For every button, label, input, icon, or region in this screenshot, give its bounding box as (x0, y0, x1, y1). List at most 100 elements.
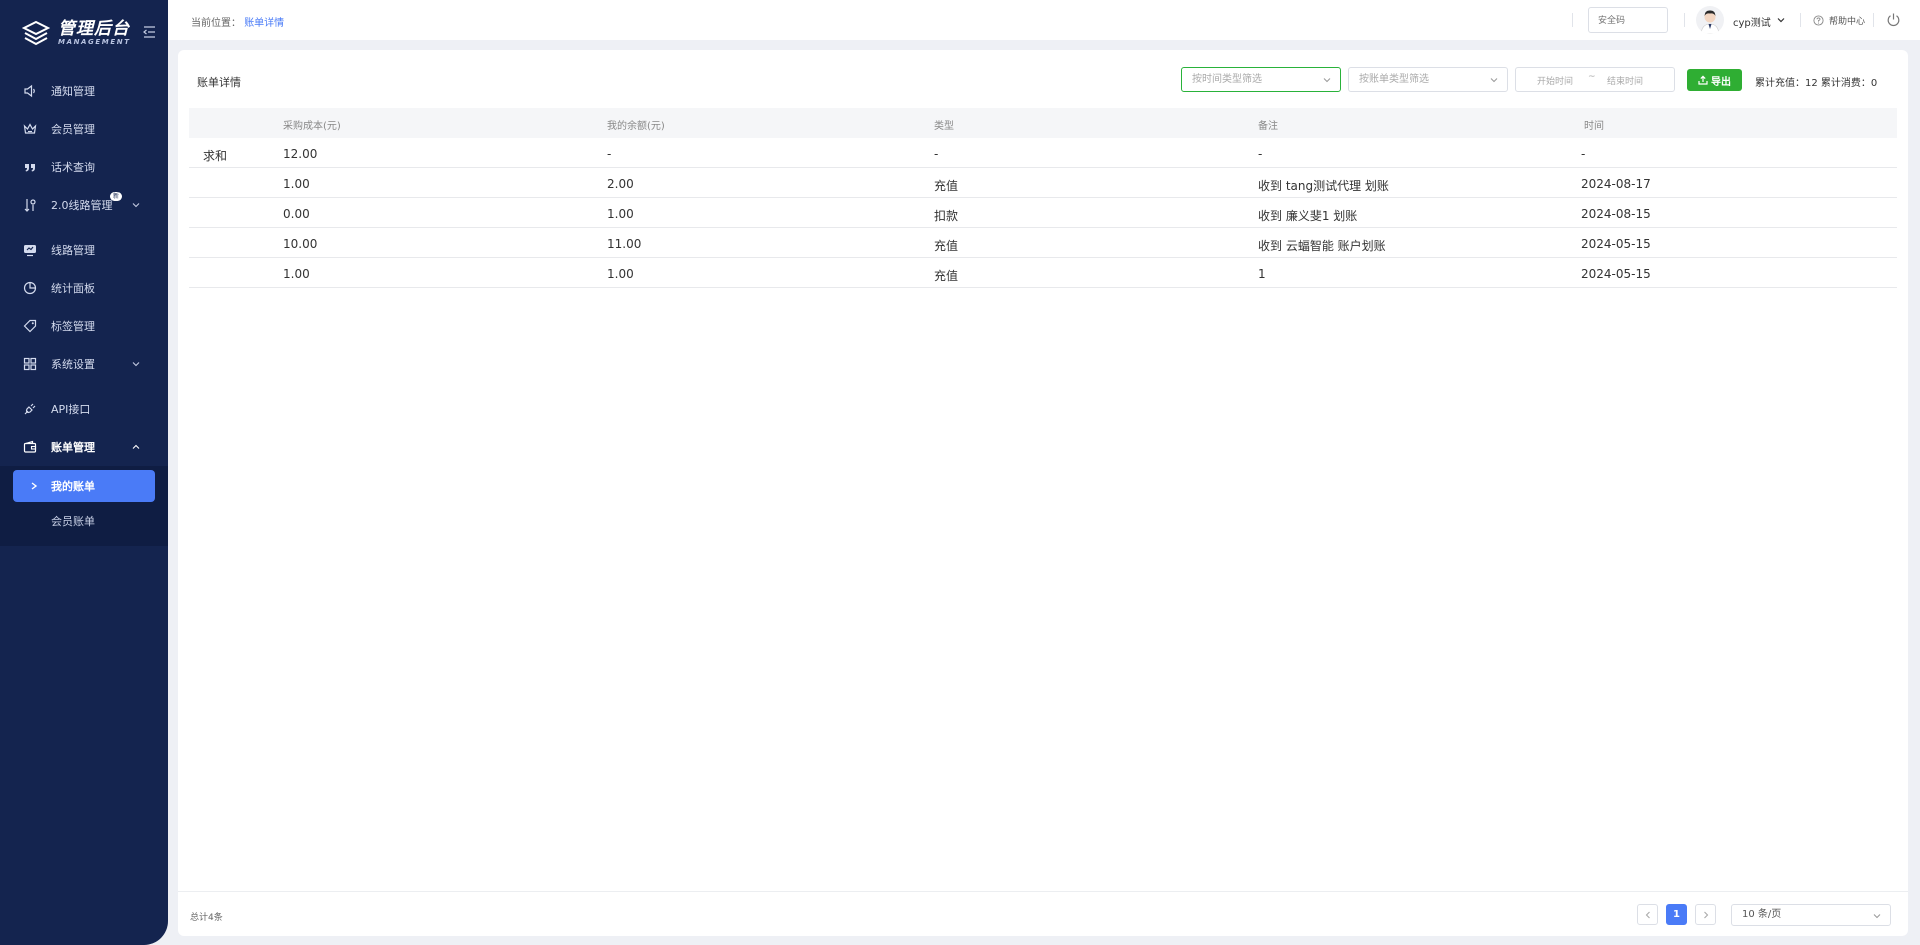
table-cell: 收到 云蝠智能 账户划账 (1258, 239, 1386, 253)
chevron-right-icon (31, 482, 38, 490)
pie-icon (22, 280, 38, 296)
start-time-input[interactable]: 开始时间 (1537, 74, 1573, 87)
sidebar-item-label: 账单管理 (51, 441, 95, 454)
sidebar-item-label: 2.0线路管理 (51, 199, 113, 212)
sidebar-item-script-query[interactable]: 话术查询 (0, 148, 168, 186)
export-label: 导出 (1711, 76, 1731, 88)
range-separator: ~ (1588, 72, 1596, 82)
table-cell: - (607, 147, 612, 161)
sidebar-item-tags[interactable]: 标签管理 (0, 307, 168, 345)
bill-detail-card: 账单详情 按时间类型筛选 按账单类型筛选 开始时间 ~ 结束时间 导出 累计充值… (178, 50, 1908, 936)
help-label: 帮助中心 (1829, 17, 1866, 27)
divider (1572, 13, 1573, 27)
bill-type-filter-select[interactable]: 按账单类型筛选 (1348, 67, 1508, 92)
bill-table: 采购成本(元) 我的余额(元) 类型 备注 时间 求和 12.00 - - - … (189, 108, 1897, 288)
next-page-button[interactable] (1695, 904, 1716, 925)
export-button[interactable]: 导出 (1687, 69, 1742, 91)
sidebar-subitem-member-bill[interactable]: 会员账单 (0, 502, 168, 540)
table-cell: 12.00 (283, 147, 318, 161)
table-cell: - (1581, 147, 1586, 161)
end-time-input[interactable]: 结束时间 (1607, 74, 1643, 87)
sidebar-item-label: 话术查询 (51, 161, 95, 174)
column-header-balance: 我的余额(元) (607, 121, 665, 132)
table-row: 1.00 1.00 充值 1 2024-05-15 (189, 258, 1897, 288)
table-cell: 10.00 (283, 237, 318, 251)
table-cell: 11.00 (607, 237, 642, 251)
page-size-value: 10 条/页 (1742, 909, 1782, 920)
chevron-right-icon (1703, 911, 1708, 918)
chevron-up-icon (132, 444, 140, 449)
table-cell: 1.00 (283, 267, 310, 281)
chevron-down-icon (132, 203, 140, 208)
breadcrumb-prefix: 当前位置： (191, 18, 241, 29)
table-cell: 充值 (934, 239, 959, 253)
avatar[interactable] (1696, 6, 1724, 34)
time-type-filter-select[interactable]: 按时间类型筛选 (1181, 67, 1341, 92)
logo-title: 管理后台 (58, 18, 130, 39)
table-cell: 收到 廉义斐1 划账 (1258, 209, 1358, 223)
table-row: 0.00 1.00 扣款 收到 廉义斐1 划账 2024-08-15 (189, 198, 1897, 228)
sidebar-item-stats[interactable]: 统计面板 (0, 269, 168, 307)
select-placeholder: 按时间类型筛选 (1192, 74, 1262, 85)
logo: 管理后台 MANAGEMENT (0, 0, 168, 66)
speaker-icon (22, 83, 38, 99)
total-count: 总计4条 (190, 913, 223, 923)
breadcrumb-current[interactable]: 账单详情 (244, 18, 284, 29)
route-icon (22, 197, 38, 213)
quote-icon (22, 159, 38, 175)
sidebar-item-route-v2[interactable]: 2.0线路管理 新 (0, 186, 168, 224)
table-cell: 2024-08-17 (1581, 177, 1651, 191)
grid-icon (22, 356, 38, 372)
sidebar-item-notice[interactable]: 通知管理 (0, 72, 168, 110)
prev-page-button[interactable] (1637, 904, 1658, 925)
table-row: 1.00 2.00 充值 收到 tang测试代理 划账 2024-08-17 (189, 168, 1897, 198)
table-cell: - (1258, 147, 1263, 161)
table-cell: 0.00 (283, 207, 310, 221)
chevron-down-icon (132, 362, 140, 367)
table-row: 10.00 11.00 充值 收到 云蝠智能 账户划账 2024-05-15 (189, 228, 1897, 258)
page-1-button[interactable]: 1 (1666, 904, 1687, 925)
sidebar-item-api[interactable]: API接口 (0, 390, 168, 428)
column-header-time: 时间 (1584, 121, 1604, 132)
date-range-picker[interactable]: 开始时间 ~ 结束时间 (1515, 67, 1675, 92)
divider (1873, 13, 1874, 27)
column-header-type: 类型 (934, 121, 954, 132)
billing-submenu: 我的账单 会员账单 (0, 466, 168, 546)
monitor-icon (22, 242, 38, 258)
sidebar-item-label: 统计面板 (51, 282, 95, 295)
table-cell: 收到 tang测试代理 划账 (1258, 179, 1389, 193)
table-cell: 扣款 (934, 209, 959, 223)
sidebar-item-label: 系统设置 (51, 358, 95, 371)
top-header: 当前位置： 账单详情 cyp测试 帮助中心 (168, 0, 1920, 40)
card-title: 账单详情 (197, 76, 241, 89)
sidebar-item-billing[interactable]: 账单管理 (0, 428, 168, 466)
help-center-link[interactable]: 帮助中心 (1813, 14, 1865, 27)
table-cell: - (934, 147, 939, 161)
sidebar-item-label: 线路管理 (51, 244, 95, 257)
table-cell: 充值 (934, 269, 959, 283)
chevron-down-icon (1490, 78, 1498, 83)
crown-icon (22, 121, 38, 137)
table-cell: 1 (1258, 267, 1266, 281)
chevron-down-icon (1873, 914, 1881, 919)
menu-collapse-icon[interactable] (143, 25, 156, 39)
divider (1684, 13, 1685, 27)
sidebar-subitem-label: 会员账单 (51, 515, 95, 528)
page-size-select[interactable]: 10 条/页 (1731, 904, 1891, 926)
power-icon[interactable] (1886, 12, 1901, 27)
pagination-bar: 总计4条 1 10 条/页 (178, 891, 1908, 936)
select-placeholder: 按账单类型筛选 (1359, 74, 1429, 85)
sum-label: 求和 (203, 149, 228, 163)
table-header: 采购成本(元) 我的余额(元) 类型 备注 时间 (189, 108, 1897, 138)
username[interactable]: cyp测试 (1733, 14, 1771, 29)
sidebar-item-label: 标签管理 (51, 320, 95, 333)
sidebar-item-settings[interactable]: 系统设置 (0, 345, 168, 383)
chevron-down-icon[interactable] (1777, 16, 1785, 24)
upload-icon (1698, 75, 1708, 85)
sidebar-subitem-my-bill[interactable]: 我的账单 (13, 470, 155, 502)
security-code-input[interactable] (1588, 7, 1668, 33)
sidebar-item-routes[interactable]: 线路管理 (0, 231, 168, 269)
table-cell: 2024-05-15 (1581, 267, 1651, 281)
table-cell: 1.00 (607, 267, 634, 281)
sidebar-item-members[interactable]: 会员管理 (0, 110, 168, 148)
